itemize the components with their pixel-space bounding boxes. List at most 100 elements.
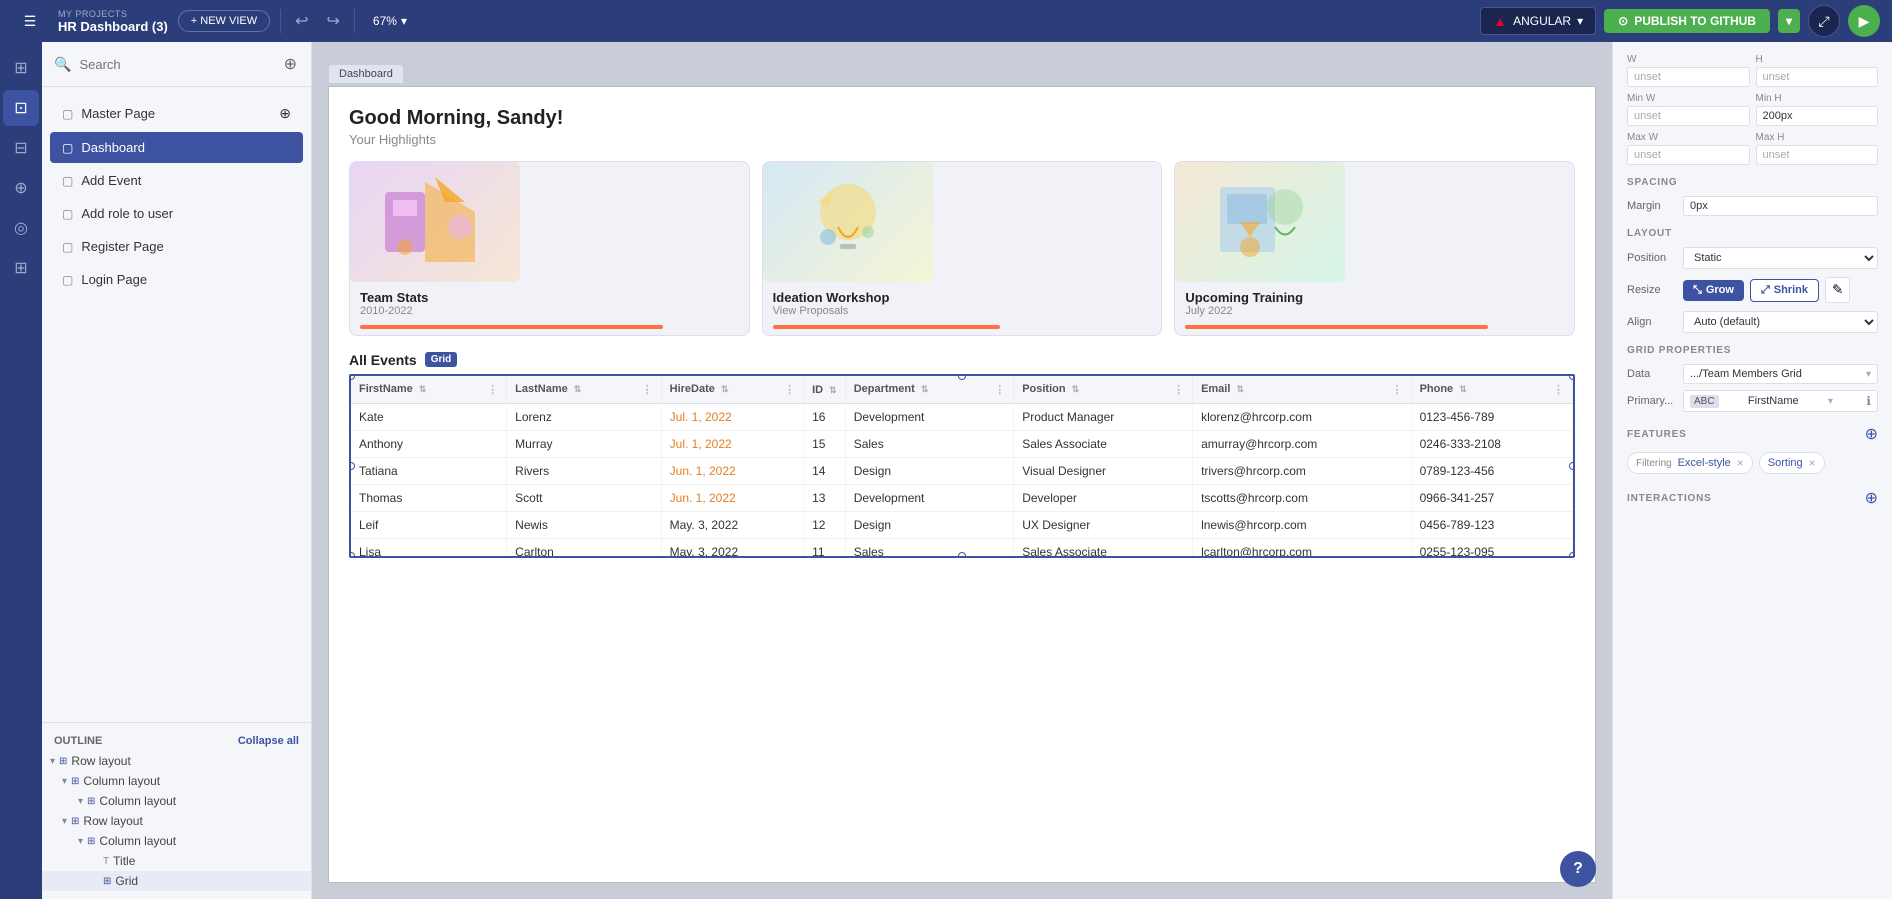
publish-button[interactable]: ⊙ PUBLISH TO GITHUB [1604, 9, 1770, 33]
handle-br[interactable] [1569, 552, 1575, 558]
max-h-input[interactable]: unset [1756, 145, 1879, 165]
hamburger-icon[interactable]: ☰ [12, 3, 48, 39]
outline-col-layout-2[interactable]: ▾ ⊞ Column layout [42, 791, 311, 811]
min-h-input[interactable]: 200px [1756, 106, 1879, 126]
plugins-icon[interactable]: ◎ [3, 210, 39, 246]
layers-icon[interactable]: ⊟ [3, 130, 39, 166]
align-select[interactable]: Auto (default) [1683, 311, 1878, 333]
table-row[interactable]: Anthony Murray Jul. 1, 2022 15 Sales Sal… [351, 431, 1573, 458]
features-title: FEATURES ⊕ [1627, 424, 1878, 444]
angular-button[interactable]: ▲ ANGULAR ▾ [1480, 7, 1596, 35]
new-view-button[interactable]: + NEW VIEW [178, 10, 270, 32]
page-item-dashboard[interactable]: ▢ Dashboard [50, 132, 303, 163]
cell-hiredate: Jun. 1, 2022 [661, 458, 803, 485]
cell-dept: Development [845, 404, 1014, 431]
handle-bm[interactable] [958, 552, 966, 558]
interactions-add-button[interactable]: ⊕ [1865, 488, 1878, 508]
h-input[interactable]: unset [1756, 67, 1879, 87]
table-row[interactable]: Tatiana Rivers Jun. 1, 2022 14 Design Vi… [351, 458, 1573, 485]
page-item-add-role[interactable]: ▢ Add role to user [50, 198, 303, 229]
col-firstname[interactable]: FirstName ⇅ ⋮ [351, 376, 507, 404]
max-height-field: Max H unset [1756, 132, 1879, 165]
settings-icon[interactable]: ⊞ [3, 250, 39, 286]
outline-grid-item[interactable]: ▾ ⊞ Grid [42, 871, 311, 891]
position-select[interactable]: Static [1683, 247, 1878, 269]
handle-bl[interactable] [349, 552, 355, 558]
page-item-master[interactable]: ▢ Master Page ⊕ [50, 97, 303, 130]
outline-row-layout-1[interactable]: ▾ ⊞ Row layout [42, 751, 311, 771]
resize-edit-button[interactable]: ✎ [1825, 277, 1850, 303]
add-page-button[interactable]: ⊕ [282, 52, 299, 76]
col-hiredate[interactable]: HireDate ⇅ ⋮ [661, 376, 803, 404]
min-height-field: Min H 200px [1756, 93, 1879, 126]
outline-item-label: Title [113, 854, 303, 868]
assets-icon[interactable]: ⊕ [3, 170, 39, 206]
page-item-register[interactable]: ▢ Register Page [50, 231, 303, 262]
play-button[interactable]: ▶ [1848, 5, 1880, 37]
share-button[interactable]: ⤢ [1808, 5, 1840, 37]
page-label: Master Page [81, 106, 155, 121]
undo-button[interactable]: ↩ [291, 7, 312, 35]
help-button[interactable]: ? [1560, 851, 1596, 887]
training-card[interactable]: Upcoming Training July 2022 [1174, 161, 1575, 336]
grow-button[interactable]: ⤡ Grow [1683, 280, 1744, 301]
card-info-1: Team Stats 2010-2022 [350, 282, 749, 335]
outline-col-layout-1[interactable]: ▾ ⊞ Column layout [42, 771, 311, 791]
cell-dept: Development [845, 485, 1014, 512]
table-row[interactable]: Thomas Scott Jun. 1, 2022 13 Development… [351, 485, 1573, 512]
zoom-control[interactable]: 67% ▾ [365, 10, 415, 32]
w-label: W [1627, 54, 1750, 65]
col-phone[interactable]: Phone ⇅ ⋮ [1411, 376, 1572, 404]
table-header-row: FirstName ⇅ ⋮ LastName ⇅ ⋮ HireDate ⇅ ⋮ … [351, 376, 1573, 404]
w-input[interactable]: unset [1627, 67, 1750, 87]
outline-title-item[interactable]: ▾ T Title [42, 851, 311, 871]
pages-list: ▢ Master Page ⊕ ▢ Dashboard ▢ Add Event … [42, 87, 311, 722]
data-value[interactable]: .../Team Members Grid ▾ [1683, 364, 1878, 384]
col-id[interactable]: ID ⇅ [804, 376, 846, 404]
min-w-input[interactable]: unset [1627, 106, 1750, 126]
cell-email: tscotts@hrcorp.com [1193, 485, 1412, 512]
all-events-header: All Events Grid [349, 352, 1575, 368]
card-sub-2: View Proposals [773, 305, 1152, 317]
pages-icon[interactable]: ⊞ [3, 50, 39, 86]
card-sub-1: 2010-2022 [360, 305, 739, 317]
sorting-remove-button[interactable]: × [1809, 456, 1816, 470]
cell-email: amurray@hrcorp.com [1193, 431, 1412, 458]
margin-row: Margin 0px [1627, 196, 1878, 216]
ideation-card[interactable]: Ideation Workshop View Proposals [762, 161, 1163, 336]
table-row[interactable]: Leif Newis May. 3, 2022 12 Design UX Des… [351, 512, 1573, 539]
components-icon[interactable]: ⊡ [3, 90, 39, 126]
features-add-button[interactable]: ⊕ [1865, 424, 1878, 444]
search-input[interactable] [79, 57, 273, 72]
col-lastname[interactable]: LastName ⇅ ⋮ [507, 376, 661, 404]
col-pos[interactable]: Position ⇅ ⋮ [1014, 376, 1193, 404]
redo-button[interactable]: ↪ [323, 7, 344, 35]
cell-email: trivers@hrcorp.com [1193, 458, 1412, 485]
handle-tr[interactable] [1569, 374, 1575, 380]
data-grid-scroll[interactable]: FirstName ⇅ ⋮ LastName ⇅ ⋮ HireDate ⇅ ⋮ … [351, 376, 1573, 556]
outline-col-layout-3[interactable]: ▾ ⊞ Column layout [42, 831, 311, 851]
page-label: Dashboard [81, 140, 145, 155]
sorting-chip: Sorting × [1759, 452, 1825, 474]
collapse-all-button[interactable]: Collapse all [238, 735, 299, 747]
page-item-add-event[interactable]: ▢ Add Event [50, 165, 303, 196]
col-email[interactable]: Email ⇅ ⋮ [1193, 376, 1412, 404]
handle-mr[interactable] [1569, 462, 1575, 470]
table-body: Kate Lorenz Jul. 1, 2022 16 Development … [351, 404, 1573, 557]
primary-label: Primary... [1627, 395, 1677, 407]
page-action-icon[interactable]: ⊕ [279, 105, 291, 122]
page-item-login[interactable]: ▢ Login Page [50, 264, 303, 295]
shrink-button[interactable]: ⤢ Shrink [1750, 279, 1819, 302]
margin-value[interactable]: 0px [1683, 196, 1878, 216]
table-row[interactable]: Kate Lorenz Jul. 1, 2022 16 Development … [351, 404, 1573, 431]
team-stats-card[interactable]: Team Stats 2010-2022 [349, 161, 750, 336]
max-w-input[interactable]: unset [1627, 145, 1750, 165]
publish-dropdown-button[interactable]: ▾ [1778, 9, 1800, 33]
col-dept[interactable]: Department ⇅ ⋮ [845, 376, 1014, 404]
primary-value[interactable]: ABC FirstName ▾ ℹ [1683, 390, 1878, 412]
card-image-3 [1175, 162, 1345, 282]
filtering-remove-button[interactable]: × [1737, 456, 1744, 470]
outline-title: OUTLINE [54, 735, 102, 747]
text-icon: T [103, 856, 109, 867]
outline-row-layout-2[interactable]: ▾ ⊞ Row layout [42, 811, 311, 831]
